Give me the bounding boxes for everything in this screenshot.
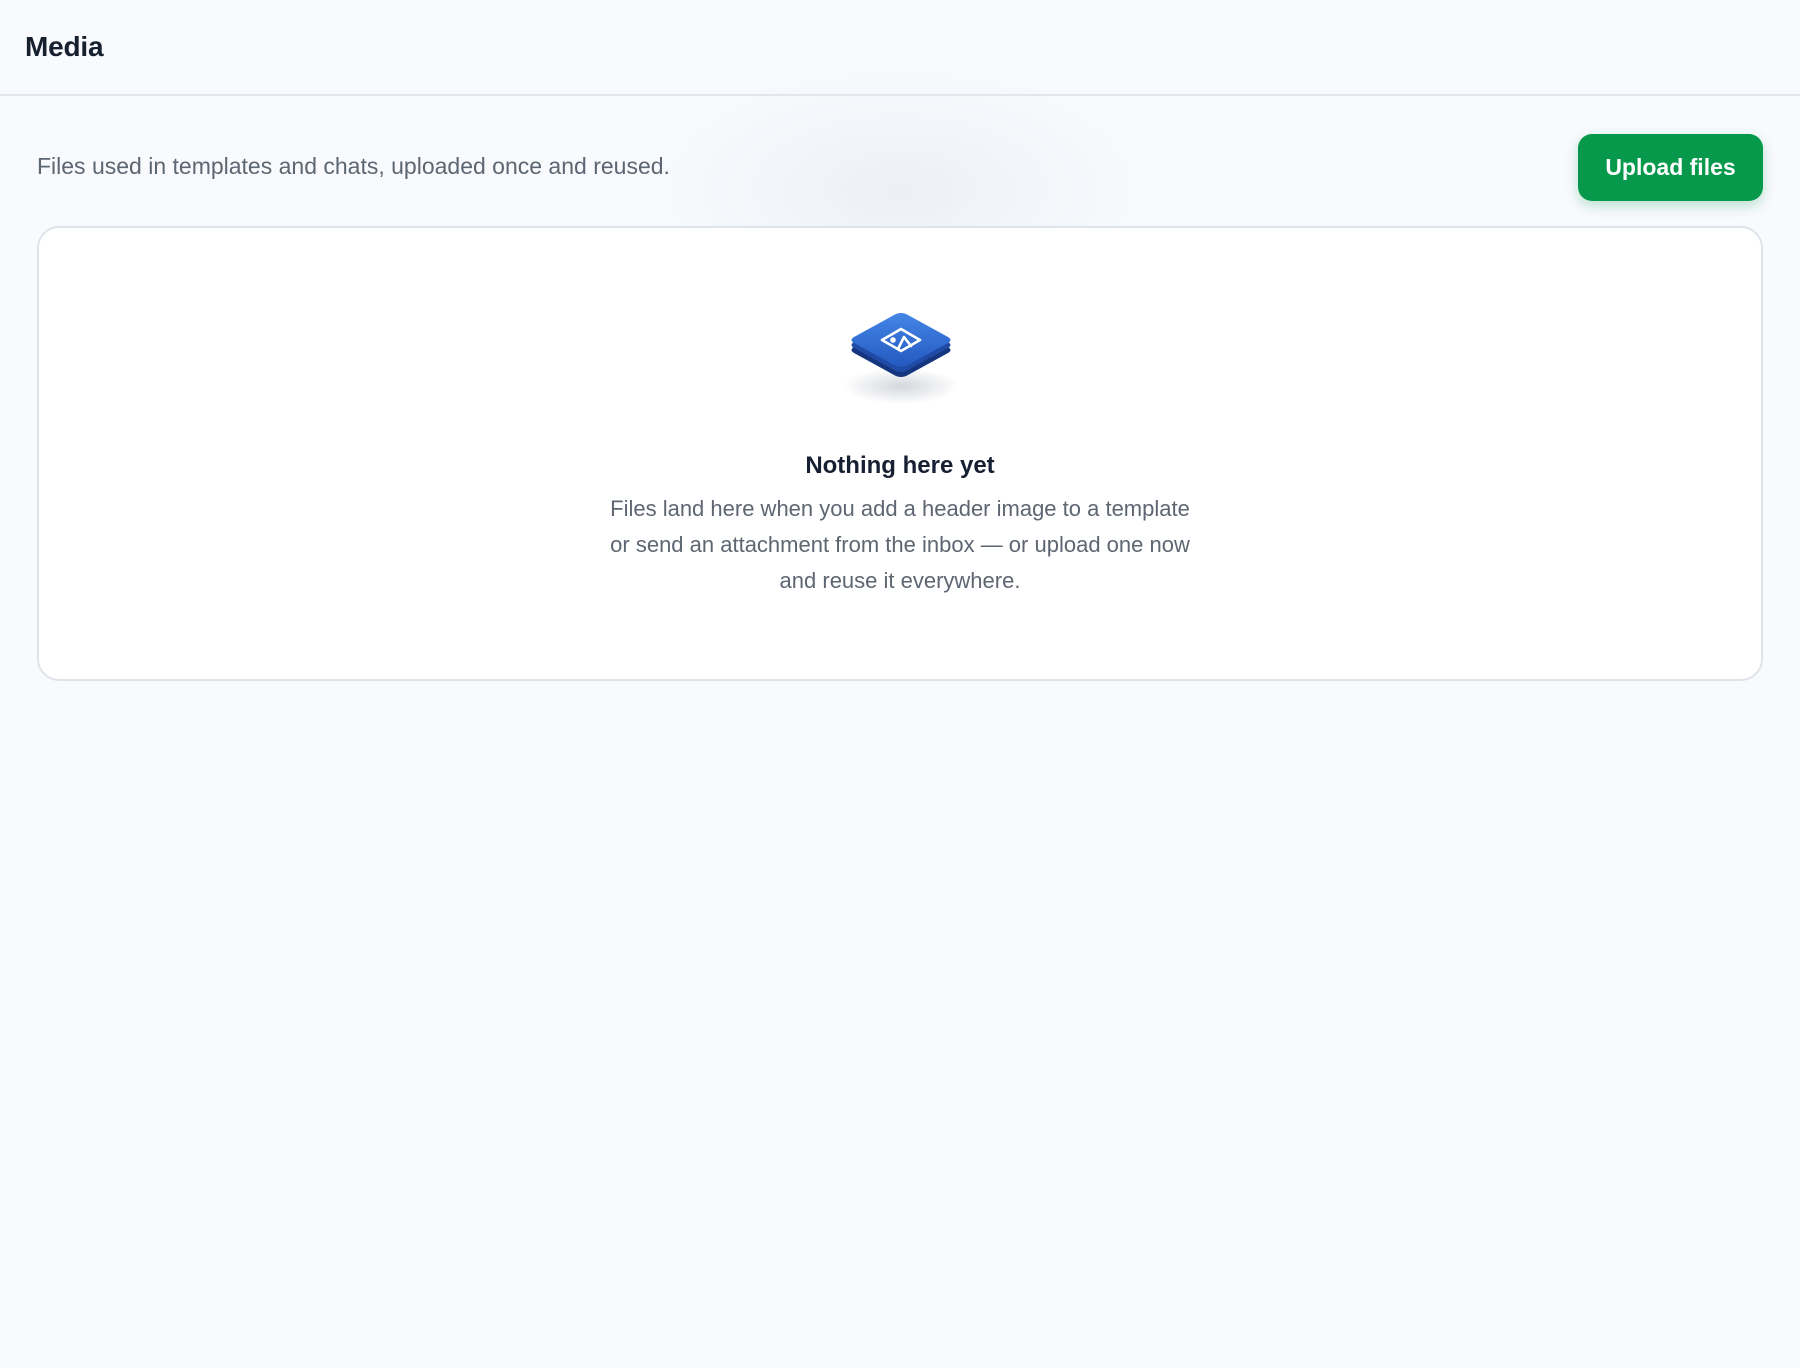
empty-state-title: Nothing here yet: [805, 452, 995, 479]
upload-files-button[interactable]: Upload files: [1578, 134, 1763, 201]
page-header: Media: [0, 0, 1800, 96]
image-icon: [840, 300, 962, 410]
page-subtitle: Files used in templates and chats, uploa…: [37, 153, 670, 179]
empty-state-card: Nothing here yet Files land here when yo…: [37, 226, 1763, 681]
empty-state-description: Files land here when you add a header im…: [610, 496, 1190, 593]
page-title: Media: [25, 31, 104, 62]
